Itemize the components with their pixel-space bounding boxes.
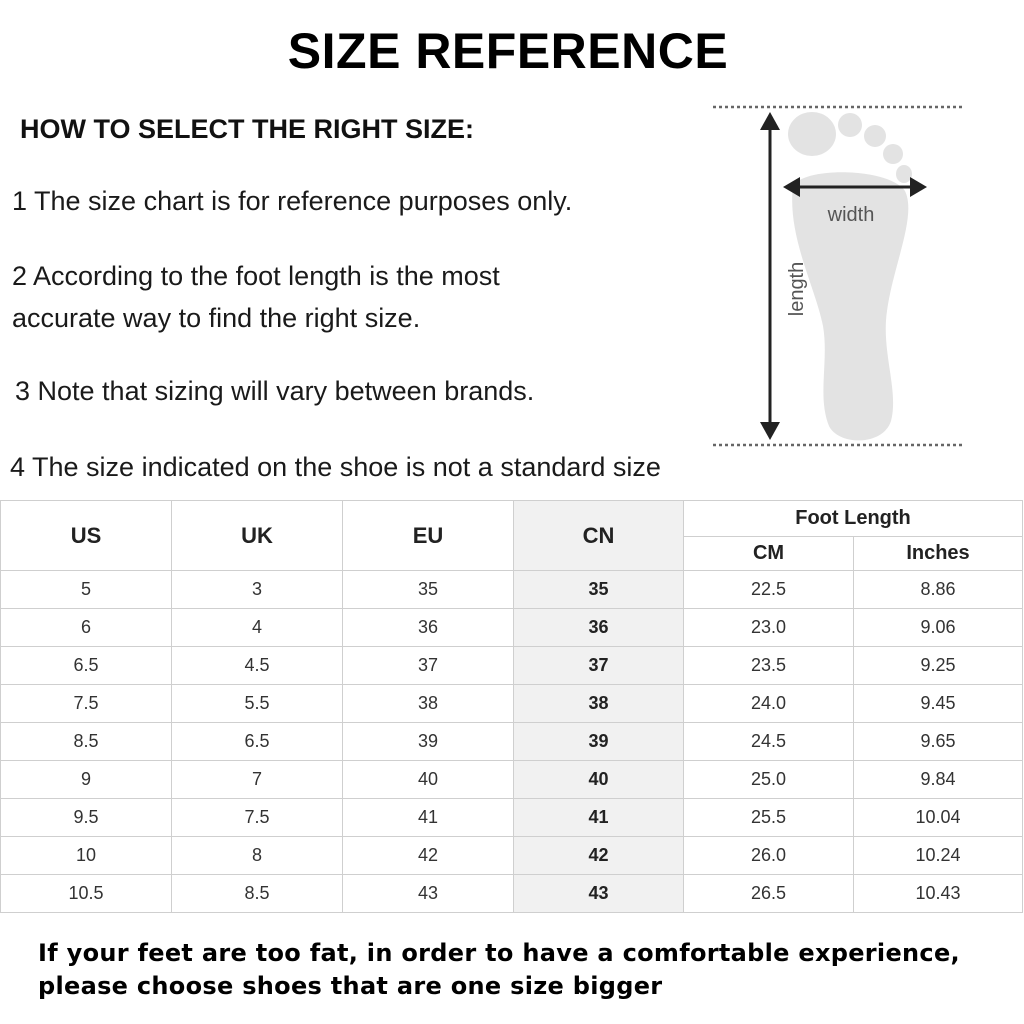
header-us: US [0,500,172,571]
cell-inches: 9.45 [853,684,1023,723]
cell-us: 6.5 [0,646,172,685]
cell-eu: 39 [342,722,514,761]
width-label: width [827,204,875,226]
cell-uk: 7.5 [171,798,343,837]
cell-uk: 3 [171,570,343,609]
cell-inches: 8.86 [853,570,1023,609]
cell-cm: 26.0 [683,836,854,875]
cell-cm: 24.0 [683,684,854,723]
cell-cm: 25.0 [683,760,854,799]
cell-eu: 42 [342,836,514,875]
cell-cm: 22.5 [683,570,854,609]
cell-cn: 41 [513,798,684,837]
length-arrow [760,112,780,440]
header-foot-length: Foot Length [683,500,1023,537]
table-row: 6.5 4.5 37 37 23.5 9.25 [0,646,1023,685]
cell-inches: 10.43 [853,874,1023,913]
cell-uk: 8.5 [171,874,343,913]
cell-cn: 40 [513,760,684,799]
cell-us: 9.5 [0,798,172,837]
tip-1: 1 The size chart is for reference purpos… [12,186,573,216]
tip-2-line-2: accurate way to find the right size. [12,303,421,333]
cell-inches: 10.04 [853,798,1023,837]
cell-cm: 26.5 [683,874,854,913]
foot-measurement-diagram: width length [713,105,965,447]
cell-us: 6 [0,608,172,647]
table-row: 10 8 42 42 26.0 10.24 [0,836,1023,875]
tip-3: 3 Note that sizing will vary between bra… [15,376,535,406]
table-row: 9.5 7.5 41 41 25.5 10.04 [0,798,1023,837]
cell-inches: 10.24 [853,836,1023,875]
table-row: 5 3 35 35 22.5 8.86 [0,570,1023,609]
cell-us: 10.5 [0,874,172,913]
cell-us: 7.5 [0,684,172,723]
tip-2-line-1: 2 According to the foot length is the mo… [12,261,500,291]
fit-note: If your feet are too fat, in order to ha… [38,937,960,1003]
cell-eu: 37 [342,646,514,685]
cell-inches: 9.06 [853,608,1023,647]
cell-cn: 39 [513,722,684,761]
cell-uk: 4 [171,608,343,647]
tip-4: 4 The size indicated on the shoe is not … [10,452,661,482]
header-inches: Inches [853,536,1023,571]
cell-us: 5 [0,570,172,609]
fit-note-line-2: please choose shoes that are one size bi… [38,972,663,1000]
cell-eu: 38 [342,684,514,723]
cell-cm: 25.5 [683,798,854,837]
table-row: 8.5 6.5 39 39 24.5 9.65 [0,722,1023,761]
cell-cm: 23.5 [683,646,854,685]
cell-us: 9 [0,760,172,799]
table-row: 10.5 8.5 43 43 26.5 10.43 [0,874,1023,913]
cell-us: 8.5 [0,722,172,761]
table-row: 7.5 5.5 38 38 24.0 9.45 [0,684,1023,723]
length-label: length [786,262,808,317]
cell-eu: 35 [342,570,514,609]
cell-inches: 9.25 [853,646,1023,685]
header-uk: UK [171,500,343,571]
size-chart-table: US UK EU CN Foot Length CM Inches 5 3 35 35… [0,500,1023,913]
tip-2: 2 According to the foot length is the mo… [12,255,500,339]
cell-cn: 36 [513,608,684,647]
cell-eu: 40 [342,760,514,799]
cell-eu: 41 [342,798,514,837]
cell-uk: 6.5 [171,722,343,761]
cell-us: 10 [0,836,172,875]
section-heading: HOW TO SELECT THE RIGHT SIZE: [20,114,475,144]
cell-cm: 24.5 [683,722,854,761]
cell-uk: 4.5 [171,646,343,685]
cell-cn: 37 [513,646,684,685]
cell-eu: 36 [342,608,514,647]
page-title: SIZE REFERENCE [287,23,729,79]
cell-cn: 43 [513,874,684,913]
cell-cn: 42 [513,836,684,875]
fit-note-line-1: If your feet are too fat, in order to ha… [38,939,960,967]
header-eu: EU [342,500,514,571]
cell-uk: 5.5 [171,684,343,723]
header-cn: CN [513,500,684,571]
cell-eu: 43 [342,874,514,913]
cell-inches: 9.65 [853,722,1023,761]
cell-cn: 35 [513,570,684,609]
table-row: 6 4 36 36 23.0 9.06 [0,608,1023,647]
cell-inches: 9.84 [853,760,1023,799]
header-cm: CM [683,536,854,571]
table-row: 9 7 40 40 25.0 9.84 [0,760,1023,799]
cell-uk: 8 [171,836,343,875]
size-chart-body: 5 3 35 35 22.5 8.86 6 4 36 36 23.0 9.06 6.5 4.5 37 37 23… [0,570,1023,913]
cell-cn: 38 [513,684,684,723]
cell-cm: 23.0 [683,608,854,647]
cell-uk: 7 [171,760,343,799]
